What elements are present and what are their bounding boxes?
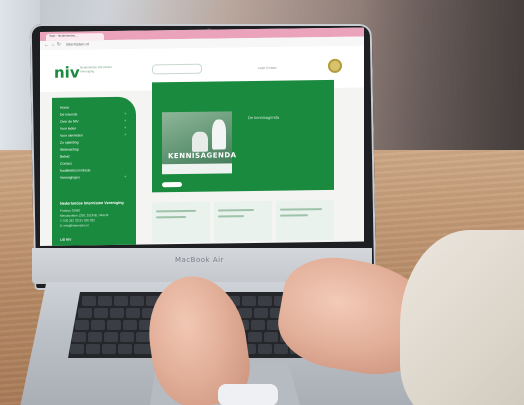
seal-icon (328, 58, 342, 73)
sidebar-item[interactable]: Over de NIV (60, 119, 79, 123)
back-forward-icon[interactable]: ← → ↻ (44, 42, 61, 48)
sidebar-contact-line: T: 030 282 3326 | 030 282 (60, 218, 95, 223)
content-card[interactable] (152, 201, 210, 243)
search-input[interactable] (152, 63, 202, 75)
sidebar-item[interactable]: Kwaliteitscommissie (60, 168, 90, 172)
expand-plus-icon[interactable]: + (124, 111, 126, 116)
card-line (156, 215, 186, 219)
sidebar-item[interactable]: Voor niet-leden (60, 133, 83, 137)
hero-photo-band (162, 163, 232, 175)
carousel-indicator[interactable] (162, 182, 182, 188)
card-line (218, 215, 244, 218)
hero-banner[interactable]: KENNISAGENDA De kennisagenda (152, 79, 334, 193)
hero-title[interactable]: De kennisagenda (248, 114, 328, 120)
browser-tab-title: Start - Nederlandse... (49, 33, 78, 38)
hero-photo: KENNISAGENDA (162, 111, 237, 175)
sidebar-item[interactable]: Beleid (60, 155, 69, 159)
expand-plus-icon[interactable]: + (124, 174, 126, 179)
shirt-cuff (218, 384, 278, 405)
card-line (280, 214, 308, 217)
header-links[interactable]: Login Contact (258, 66, 277, 70)
sidebar-contact-line: Mercatorlaan 1200, 3528 BL Utrecht (60, 213, 109, 218)
sidebar-item[interactable]: Voor leden (60, 126, 76, 130)
content-card[interactable] (276, 199, 334, 241)
laptop-brand-label: MacBook Air (175, 256, 224, 264)
sidebar-item[interactable]: Verenigingen (60, 175, 80, 179)
expand-plus-icon[interactable]: + (124, 132, 126, 137)
url-text[interactable]: internisten.nl (66, 41, 89, 46)
site-logo[interactable]: niv (54, 63, 80, 81)
expand-plus-icon[interactable]: + (124, 118, 126, 123)
sidebar-item[interactable]: De Internist (60, 112, 77, 116)
laptop-photo-scene: Start - Nederlandse... ← → ↻ internisten… (0, 0, 524, 405)
card-line (218, 209, 254, 212)
sidebar-contact-line[interactable]: E: info@internisten.nl (60, 223, 89, 227)
hero-person (212, 119, 226, 150)
card-line (156, 209, 196, 213)
sidebar-footer[interactable]: LID NIV (60, 238, 71, 242)
sidebar-item[interactable]: Home (60, 106, 69, 110)
sidebar-item[interactable]: Contact (60, 162, 72, 166)
sidebar-contact-line: Postbus 20066 (60, 208, 81, 213)
content-card[interactable] (214, 200, 272, 242)
site-logo-subtitle: Nederlandse Internisten Vereniging (80, 64, 112, 74)
expand-plus-icon[interactable]: + (124, 125, 126, 130)
card-line (280, 208, 322, 211)
hero-person (192, 131, 208, 152)
sidebar-menu: Home De Internist + Over de NIV + Voor l… (52, 96, 136, 246)
hero-caption: KENNISAGENDA (168, 151, 237, 161)
sidebar-item[interactable]: Wetenschap (60, 147, 79, 151)
sidebar-item[interactable]: Zo opleiding (60, 140, 78, 144)
laptop-screen: Start - Nederlandse... ← → ↻ internisten… (40, 27, 364, 246)
sidebar-heading: Nederlandse Internisten Vereniging (60, 200, 124, 206)
